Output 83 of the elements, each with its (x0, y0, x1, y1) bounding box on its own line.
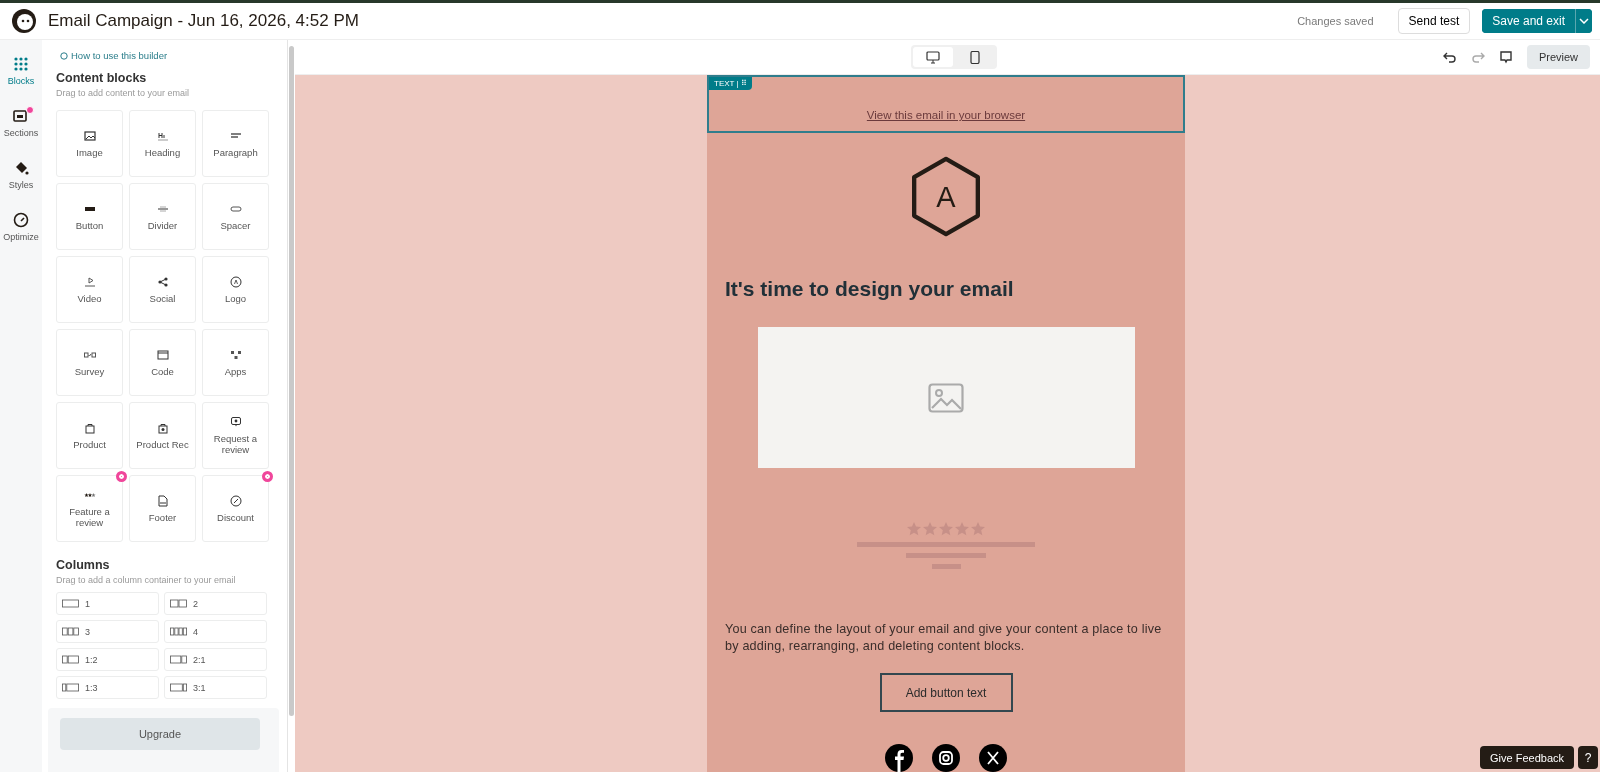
content-block-tile[interactable]: Button (56, 183, 123, 250)
save-options-button[interactable] (1576, 9, 1592, 33)
help-link[interactable]: How to use this builder (60, 50, 275, 61)
body-paragraph: You can define the layout of your email and give your content a place to live by adding, rearranging, and deleting content blocks. (725, 621, 1163, 656)
facebook-icon[interactable] (885, 744, 913, 772)
content-block-tile[interactable]: Spacer (202, 183, 269, 250)
monitor-icon (926, 50, 940, 64)
column-layout-option[interactable]: 3:1 (164, 676, 267, 699)
column-layout-option[interactable]: 1:2 (56, 648, 159, 671)
section-heading: Columns (56, 558, 111, 572)
circle-badge-icon (229, 275, 242, 288)
content-block-tile[interactable]: Video (56, 256, 123, 323)
column-layout-icon (170, 627, 188, 636)
hexagon-logo: A (912, 157, 980, 237)
email-heading: It's time to design your email (725, 277, 1015, 302)
gauge-icon (13, 212, 29, 228)
browser-link[interactable]: View this email in your browser (866, 109, 1026, 122)
content-block-tile[interactable]: Apps (202, 329, 269, 396)
content-block-tile[interactable]: Footer (129, 475, 196, 542)
apps-icon (229, 348, 242, 361)
undo-icon[interactable] (1442, 50, 1457, 64)
save-status: Changes saved (1297, 15, 1374, 27)
image-icon (83, 129, 96, 142)
selected-text-block[interactable]: TEXT | ⠿ View this email in your browser (707, 75, 1185, 134)
column-layout-option[interactable]: 3 (56, 620, 159, 643)
block-tag[interactable]: TEXT | ⠿ (709, 77, 752, 90)
code-window-icon (156, 348, 169, 361)
column-layout-option[interactable]: 2:1 (164, 648, 267, 671)
rail-tab[interactable]: Blocks (0, 52, 42, 90)
column-layout-option[interactable]: 1:3 (56, 676, 159, 699)
save-and-exit-button[interactable]: Save and exit (1482, 9, 1576, 33)
content-block-tile[interactable]: Product (56, 402, 123, 469)
phone-icon (968, 50, 982, 64)
column-layout-option[interactable]: 4 (164, 620, 267, 643)
content-block-tile[interactable]: Social (129, 256, 196, 323)
content-block-tile[interactable]: Product Rec (129, 402, 196, 469)
image-icon (928, 382, 964, 413)
device-tab[interactable] (913, 47, 953, 67)
caret-icon (1579, 18, 1589, 24)
section-hint: Drag to add a column container to your email (56, 575, 237, 585)
shopping-bag-icon (83, 421, 96, 434)
discount-icon (229, 494, 242, 507)
upgrade-button[interactable]: Upgrade (60, 718, 260, 750)
column-layout-icon (62, 683, 80, 692)
column-layout-icon (62, 627, 80, 636)
bag-star-icon (156, 421, 169, 434)
content-block-tile[interactable]: Divider (129, 183, 196, 250)
comment-icon[interactable] (1498, 50, 1513, 64)
column-layout-icon (170, 683, 188, 692)
content-block-tile[interactable]: Image (56, 110, 123, 177)
column-layout-icon (62, 599, 80, 608)
rail-tab[interactable]: Sections (0, 104, 42, 142)
give-feedback-button[interactable]: Give Feedback (1480, 746, 1574, 769)
share-icon (156, 275, 169, 288)
campaign-title: Email Campaign - Jun 16, 2026, 4:52 PM (48, 11, 360, 31)
content-block-tile[interactable]: Heading (129, 110, 196, 177)
content-block-tile[interactable]: Request a review (202, 402, 269, 469)
content-block-tile[interactable]: Logo (202, 256, 269, 323)
preview-button[interactable]: Preview (1526, 45, 1590, 69)
content-block-tile[interactable]: Survey (56, 329, 123, 396)
email-button[interactable]: Add button text (879, 673, 1013, 712)
play-icon (83, 275, 96, 288)
speech-bubble-icon (229, 416, 242, 428)
column-layout-option[interactable]: 1 (56, 592, 159, 615)
grid-icon (13, 56, 29, 72)
column-layout-icon (170, 599, 188, 608)
rail-tab[interactable]: Optimize (0, 208, 42, 246)
column-layout-icon (62, 655, 80, 664)
clock-icon (60, 51, 68, 60)
sections-icon (13, 108, 29, 124)
x-social-icon[interactable] (979, 744, 1007, 772)
rail-tab[interactable]: Styles (0, 156, 42, 194)
document-icon (156, 494, 169, 507)
send-test-button[interactable]: Send test (1397, 8, 1471, 34)
content-block-tile[interactable]: Code (129, 329, 196, 396)
content-block-tile[interactable]: Paragraph (202, 110, 269, 177)
section-heading: Content blocks (56, 71, 148, 85)
column-layout-icon (170, 655, 188, 664)
instagram-icon[interactable] (932, 744, 960, 772)
column-layout-option[interactable]: 2 (164, 592, 267, 615)
scrollbar-thumb[interactable] (289, 46, 294, 716)
help-button[interactable]: ? (1578, 746, 1598, 769)
section-hint: Drag to add content to your email (56, 88, 191, 98)
